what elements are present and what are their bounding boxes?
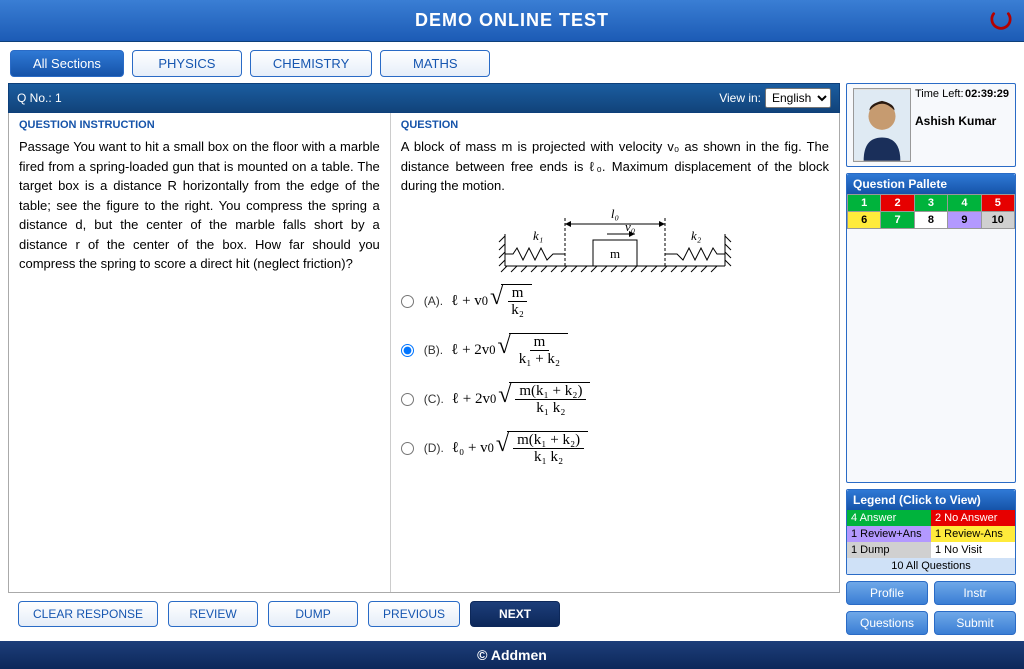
palette-cell[interactable]: 10 (982, 212, 1014, 228)
footer: © Addmen (0, 641, 1024, 669)
passage-text: Passage You want to hit a small box on t… (19, 137, 380, 274)
review-button[interactable]: REVIEW (168, 601, 258, 627)
clear-response-button[interactable]: CLEAR RESPONSE (18, 601, 158, 627)
question-number: Q No.: 1 (17, 91, 62, 105)
option-c[interactable]: (C). ℓ + 2v0 √m(k₁ + k₂)k₁ k₂ (401, 382, 829, 417)
question-text: A block of mass m is projected with velo… (401, 137, 829, 196)
tab-chemistry[interactable]: CHEMISTRY (250, 50, 372, 77)
legend-item[interactable]: 1 Review+Ans (847, 526, 931, 542)
avatar (853, 88, 911, 162)
palette-cell[interactable]: 1 (848, 195, 880, 211)
palette-cell[interactable]: 9 (948, 212, 980, 228)
palette-title: Question Pallete (847, 174, 1015, 194)
palette-cell[interactable]: 6 (848, 212, 880, 228)
palette-cell[interactable]: 3 (915, 195, 947, 211)
radio-d[interactable] (401, 442, 414, 455)
section-tabs: All Sections PHYSICS CHEMISTRY MATHS (0, 42, 1024, 83)
palette-cell[interactable]: 2 (881, 195, 913, 211)
user-card: Time Left: 02:39:29 Ashish Kumar (846, 83, 1016, 167)
question-bar: Q No.: 1 View in: English (8, 83, 840, 113)
question-label: QUESTION (401, 119, 829, 131)
tab-maths[interactable]: MATHS (380, 50, 490, 77)
palette-cell[interactable]: 4 (948, 195, 980, 211)
dump-button[interactable]: DUMP (268, 601, 358, 627)
svg-text:m: m (610, 246, 620, 261)
palette-cell[interactable]: 7 (881, 212, 913, 228)
svg-text:l₀: l₀ (611, 206, 619, 221)
action-buttons: CLEAR RESPONSE REVIEW DUMP PREVIOUS NEXT (8, 593, 840, 635)
instr-button[interactable]: Instr (934, 581, 1016, 605)
option-a[interactable]: (A). ℓ + v0 √mk₂ (401, 284, 829, 319)
tab-physics[interactable]: PHYSICS (132, 50, 242, 77)
svg-text:v₀: v₀ (625, 219, 635, 234)
questions-button[interactable]: Questions (846, 611, 928, 635)
palette-cell[interactable]: 5 (982, 195, 1014, 211)
legend-item[interactable]: 1 Dump (847, 542, 931, 558)
question-content: QUESTION INSTRUCTION Passage You want to… (8, 113, 840, 593)
next-button[interactable]: NEXT (470, 601, 560, 627)
submit-button[interactable]: Submit (934, 611, 1016, 635)
legend-item[interactable]: 4 Answer (847, 510, 931, 526)
question-palette: Question Pallete 12345 678910 (846, 173, 1016, 483)
legend-all[interactable]: 10 All Questions (847, 558, 1015, 574)
option-b[interactable]: (B). ℓ + 2v0 √mk₁ + k₂ (401, 333, 829, 368)
option-d[interactable]: (D). ℓ₀ + v0 √m(k₁ + k₂)k₁ k₂ (401, 431, 829, 466)
view-in-label: View in: (719, 91, 761, 105)
instruction-label: QUESTION INSTRUCTION (19, 119, 380, 131)
palette-cell[interactable]: 8 (915, 212, 947, 228)
radio-c[interactable] (401, 393, 414, 406)
user-name: Ashish Kumar (915, 114, 1009, 128)
legend-title[interactable]: Legend (Click to View) (847, 490, 1015, 510)
svg-text:k₂: k₂ (691, 228, 702, 243)
svg-text:k₁: k₁ (533, 228, 543, 243)
time-left-value: 02:39:29 (965, 88, 1009, 100)
legend-panel: Legend (Click to View) 4 Answer2 No Answ… (846, 489, 1016, 575)
radio-a[interactable] (401, 295, 414, 308)
time-left-label: Time Left: (915, 88, 964, 100)
close-icon[interactable] (990, 10, 1012, 32)
question-diagram: m v₀ l₀ k₁ (401, 204, 829, 274)
radio-b[interactable] (401, 344, 414, 357)
title-bar: DEMO ONLINE TEST (0, 0, 1024, 42)
language-select[interactable]: English (765, 88, 831, 108)
legend-item[interactable]: 2 No Answer (931, 510, 1015, 526)
tab-all-sections[interactable]: All Sections (10, 50, 124, 77)
previous-button[interactable]: PREVIOUS (368, 601, 460, 627)
legend-item[interactable]: 1 Review-Ans (931, 526, 1015, 542)
profile-button[interactable]: Profile (846, 581, 928, 605)
legend-item[interactable]: 1 No Visit (931, 542, 1015, 558)
app-title: DEMO ONLINE TEST (415, 10, 609, 31)
